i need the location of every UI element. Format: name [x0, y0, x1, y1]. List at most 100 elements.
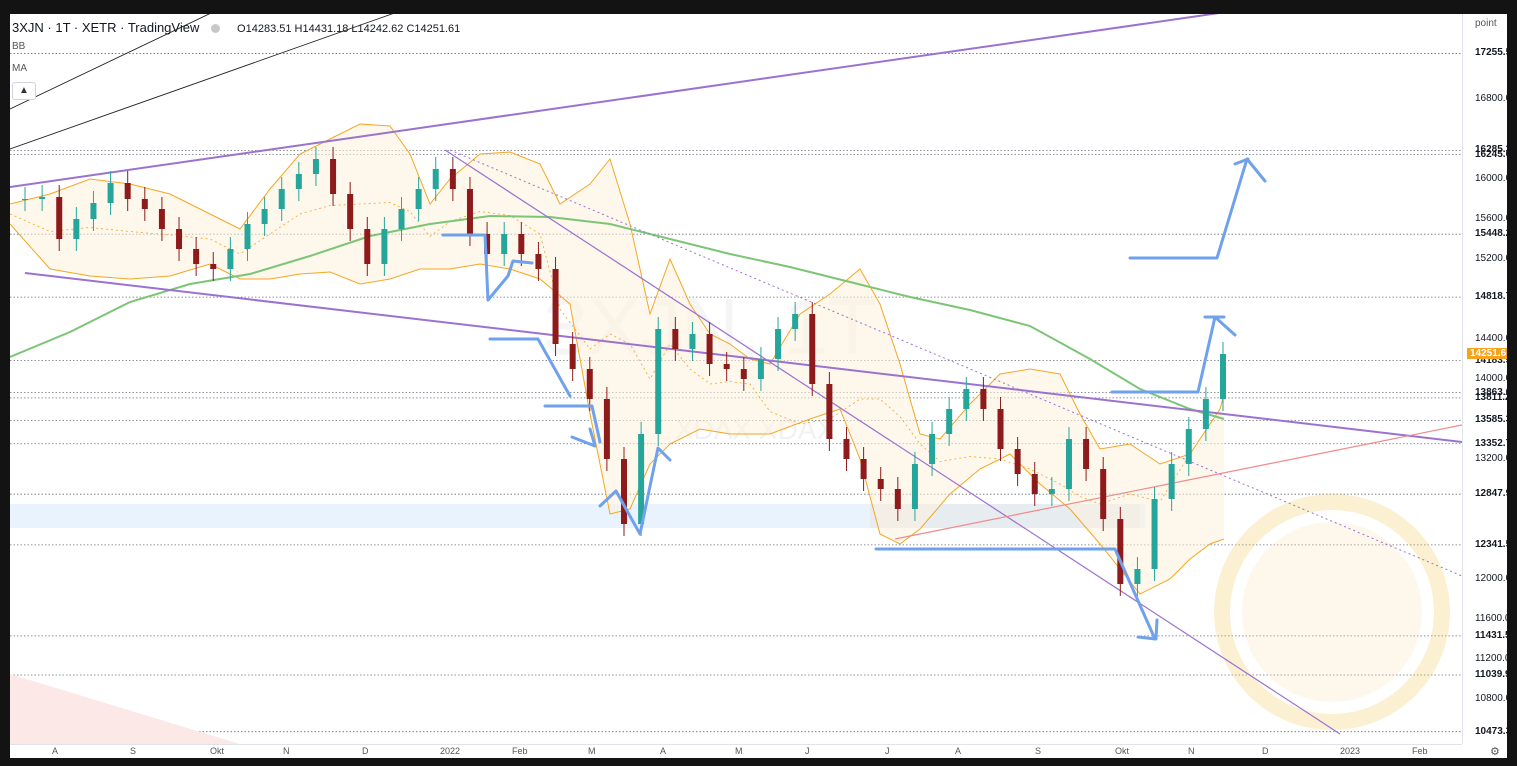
- candle-body: [227, 249, 234, 269]
- candle-body: [826, 384, 833, 439]
- candle-body: [176, 229, 183, 249]
- shaded-region: [10, 674, 240, 744]
- candle-body: [312, 159, 319, 174]
- candle-body: [1117, 519, 1124, 584]
- candle-body: [586, 369, 593, 399]
- candle-body: [22, 199, 28, 200]
- time-label: M: [588, 746, 596, 756]
- market-status-icon: [210, 24, 220, 34]
- candle-body: [1065, 439, 1072, 489]
- time-label: 2023: [1340, 746, 1361, 756]
- candle-body: [261, 209, 268, 224]
- price-unit: point: [1475, 18, 1497, 29]
- price-label: 16800.0: [1475, 93, 1507, 104]
- candle-body: [278, 189, 285, 209]
- candle-body: [1031, 474, 1038, 494]
- price-label: 11431.5: [1475, 629, 1507, 641]
- time-label: 2022: [440, 746, 461, 756]
- indicator-ma[interactable]: MA: [12, 63, 27, 74]
- candle-body: [330, 159, 337, 194]
- price-label: 15200.0: [1475, 253, 1507, 264]
- candle-body: [415, 189, 422, 209]
- candle-body: [1220, 354, 1226, 399]
- candle-body: [56, 197, 63, 239]
- candle-body: [911, 464, 918, 509]
- candle-body: [73, 219, 80, 239]
- time-label: Feb: [1412, 746, 1428, 756]
- indicator-bb[interactable]: BB: [12, 41, 25, 52]
- plot-area[interactable]: 3XJN, 1TXDAX XDAX 3XJN · 1T · XETR · Tra…: [10, 14, 1462, 744]
- time-label: S: [130, 746, 137, 756]
- candle-body: [706, 334, 713, 364]
- candle-body: [158, 209, 165, 229]
- candle-body: [210, 264, 217, 269]
- time-label: D: [1262, 746, 1269, 756]
- time-label: J: [885, 746, 890, 756]
- candle-body: [1083, 439, 1090, 469]
- candle-body: [792, 314, 799, 329]
- current-price-label: 14251.6: [1467, 347, 1507, 359]
- symbol-title[interactable]: 3XJN · 1T · XETR · TradingView: [12, 20, 199, 35]
- candle-body: [963, 389, 970, 409]
- candle-body: [723, 364, 730, 369]
- candle-body: [432, 169, 439, 189]
- gear-icon[interactable]: ⚙: [1490, 745, 1500, 758]
- candle-body: [809, 314, 816, 384]
- candle-body: [997, 409, 1004, 449]
- channel-upper: [10, 14, 1220, 188]
- time-axis[interactable]: A S Okt N D 2022 Feb M A M J J A S Okt N D 2023 Feb: [10, 744, 1462, 758]
- chart-frame: 3XJN, 1TXDAX XDAX 3XJN · 1T · XETR · Tra…: [10, 14, 1507, 758]
- time-label: A: [660, 746, 667, 756]
- candle-body: [672, 329, 679, 349]
- candle-body: [1185, 429, 1192, 464]
- price-label: 15448.2: [1475, 228, 1507, 240]
- time-label: D: [362, 746, 369, 756]
- price-label: 16000.0: [1475, 173, 1507, 184]
- candle-body: [501, 234, 508, 254]
- drawing-arrow: [1110, 315, 1237, 394]
- time-label: M: [735, 746, 743, 756]
- candle-body: [946, 409, 953, 434]
- price-label: 17255.5: [1475, 47, 1507, 59]
- time-label: N: [283, 746, 290, 756]
- logo-disc: [1242, 522, 1422, 702]
- candle-body: [90, 203, 97, 219]
- candle-body: [381, 229, 388, 264]
- price-label: 16245.0: [1475, 148, 1507, 160]
- price-label: 11039.9: [1475, 669, 1507, 680]
- price-label: 14000.0: [1475, 373, 1507, 384]
- candle-body: [569, 344, 576, 369]
- candle-body: [1014, 449, 1021, 474]
- price-axis[interactable]: point 17255.516800.016285.316245.016000.…: [1462, 14, 1507, 758]
- candle-body: [398, 209, 405, 229]
- candle-body: [877, 479, 884, 489]
- price-label: 15600.0: [1475, 213, 1507, 224]
- candle-body: [1151, 499, 1158, 569]
- candle-body: [638, 434, 645, 524]
- candle-body: [603, 399, 610, 459]
- candle-body: [244, 224, 251, 249]
- price-label: 12341.5: [1475, 538, 1507, 550]
- price-label: 13200.0: [1475, 453, 1507, 464]
- price-label: 10473.3: [1475, 725, 1507, 737]
- price-label: 10800.0: [1475, 693, 1507, 704]
- price-label: 14400.0: [1475, 333, 1507, 344]
- candle-body: [757, 359, 764, 379]
- chevron-up-icon[interactable]: ▲: [12, 82, 36, 100]
- candle-body: [621, 459, 627, 524]
- price-label: 13811.2: [1475, 391, 1507, 403]
- candle-body: [980, 389, 987, 409]
- time-label: Okt: [1115, 746, 1130, 756]
- candle-body: [775, 329, 782, 359]
- price-label: 13352.7: [1475, 437, 1507, 449]
- candle-body: [1202, 399, 1209, 429]
- candle-body: [929, 434, 936, 464]
- time-label: N: [1188, 746, 1195, 756]
- candle-body: [860, 459, 867, 479]
- price-label: 12847.9: [1475, 488, 1507, 500]
- candle-body: [193, 249, 200, 264]
- candle-body: [535, 254, 542, 269]
- candle-body: [364, 229, 371, 264]
- chart-svg: 3XJN, 1TXDAX XDAX: [10, 14, 1462, 744]
- candle-body: [449, 169, 456, 189]
